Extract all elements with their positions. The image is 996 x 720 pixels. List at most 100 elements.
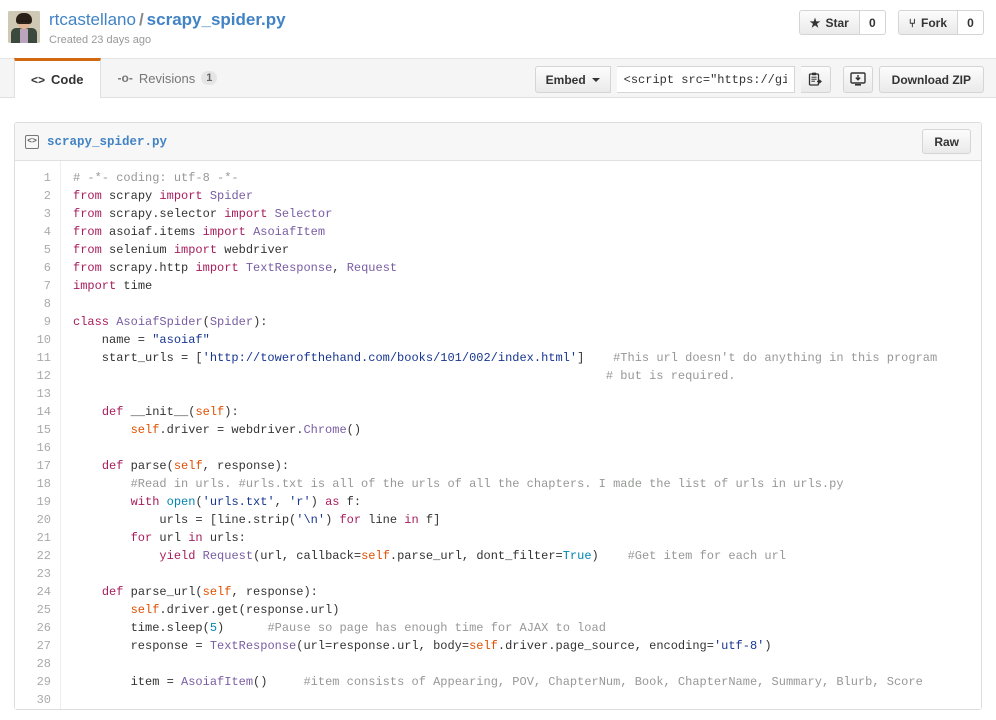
- line-number: 22: [36, 549, 51, 563]
- code-line: # but is required.: [605, 369, 736, 383]
- star-button[interactable]: ★ Star: [798, 10, 860, 35]
- code-line: self.driver = webdriver.Chrome(): [130, 423, 362, 437]
- code-line: class AsoiafSpider(Spider):: [73, 315, 268, 329]
- code-line: urls = [line.strip('\n') for line in f]: [73, 513, 441, 527]
- download-file-button[interactable]: [842, 66, 873, 93]
- code-line: time.sleep(5) #Pause so page has enough …: [73, 621, 606, 635]
- embed-toolbar: Embed Download ZIP: [534, 66, 984, 93]
- created-timestamp: Created 23 days ago: [49, 34, 152, 46]
- file-code-icon: <>: [25, 134, 39, 149]
- star-icon: ★: [809, 15, 821, 30]
- line-number: 26: [36, 621, 51, 635]
- line-number: 17: [36, 459, 51, 473]
- line-number: 14: [36, 405, 51, 419]
- line-number: 19: [36, 495, 51, 509]
- tab-bar: <> Code -o- Revisions 1 Embed <script sr…: [0, 58, 996, 98]
- line-number: 6: [43, 261, 51, 275]
- embed-label: Embed: [545, 72, 586, 87]
- fork-label: Fork: [920, 15, 947, 30]
- revision-node-icon: -o-: [117, 71, 133, 85]
- line-number: 3: [43, 207, 51, 221]
- line-number: 4: [43, 225, 51, 239]
- download-zip-button[interactable]: Download ZIP: [878, 66, 984, 93]
- line-number: 7: [43, 279, 51, 293]
- line-number: 24: [36, 585, 51, 599]
- file-header: <> scrapy_spider.py Raw: [15, 123, 981, 161]
- code-line: self.driver.get(response.url): [130, 603, 340, 617]
- line-number: 2: [43, 189, 51, 203]
- line-number: 28: [36, 657, 51, 671]
- tab-code-label: Code: [51, 72, 84, 87]
- line-number: 12: [36, 369, 51, 383]
- line-number: 30: [36, 693, 51, 707]
- line-number: 1: [43, 171, 51, 185]
- title-block: rtcastellano / scrapy_spider.py Created 23…: [49, 8, 286, 47]
- tab-code[interactable]: <> Code: [14, 58, 101, 98]
- line-number: 21: [36, 531, 51, 545]
- code-line: import time: [73, 279, 153, 293]
- star-count[interactable]: 0: [859, 10, 886, 35]
- line-number: 16: [36, 441, 51, 455]
- line-number-gutter: 1 2 3 4 5 6 7 8 9 10 11 12 13 14 15 16 17 18 19 20 21 22 23 24 2…: [15, 161, 61, 709]
- star-button-group: ★ Star 0: [798, 10, 886, 35]
- gist-header: rtcastellano / scrapy_spider.py Created 23…: [0, 0, 996, 58]
- star-label: Star: [825, 15, 849, 30]
- owner-link[interactable]: rtcastellano: [49, 10, 136, 29]
- tab-revisions[interactable]: -o- Revisions 1: [101, 58, 235, 97]
- code-line: response = TextResponse(url=response.url…: [73, 639, 772, 653]
- gist-filename-link[interactable]: scrapy_spider.py: [147, 10, 286, 29]
- code-line: def __init__(self):: [101, 405, 239, 419]
- fork-icon: ⑂: [908, 15, 916, 30]
- page-body: <> scrapy_spider.py Raw 1 2 3 4 5 6 7 8 9 10 11 12 1…: [0, 98, 996, 710]
- embed-dropdown-button[interactable]: Embed: [534, 66, 611, 93]
- code-line: from scrapy.selector import Selector: [73, 207, 333, 221]
- code-line: from scrapy import Spider: [73, 189, 254, 203]
- raw-button[interactable]: Raw: [922, 129, 971, 154]
- code-line: # -*- coding: utf-8 -*-: [73, 171, 239, 185]
- line-number: 5: [43, 243, 51, 257]
- code-line: def parse(self, response):: [101, 459, 290, 473]
- code-line: item = AsoiafItem() #item consists of Ap…: [73, 675, 923, 689]
- code-line: start_urls = ['http://towerofthehand.com…: [73, 351, 938, 365]
- code-line: from asoiaf.items import AsoiafItem: [73, 225, 326, 239]
- code-line: def parse_url(self, response):: [101, 585, 318, 599]
- avatar[interactable]: [8, 11, 40, 43]
- line-number: 29: [36, 675, 51, 689]
- line-number: 15: [36, 423, 51, 437]
- line-number: 11: [36, 351, 51, 365]
- code-content[interactable]: # -*- coding: utf-8 -*- from scrapy impor…: [61, 161, 981, 709]
- file-name-link[interactable]: scrapy_spider.py: [47, 135, 167, 149]
- embed-url-input[interactable]: [616, 66, 795, 93]
- line-number: 18: [36, 477, 51, 491]
- line-number: 8: [43, 297, 51, 311]
- code-area: 1 2 3 4 5 6 7 8 9 10 11 12 13 14 15 16 17 18 19 20 21 22 23 24 2…: [15, 161, 981, 709]
- fork-button-group: ⑂ Fork 0: [897, 10, 984, 35]
- code-line: from selenium import webdriver: [73, 243, 290, 257]
- line-number: 9: [43, 315, 51, 329]
- revisions-count-badge: 1: [201, 71, 218, 85]
- line-number: 27: [36, 639, 51, 653]
- fork-button[interactable]: ⑂ Fork: [897, 10, 958, 35]
- fork-count[interactable]: 0: [958, 10, 984, 35]
- code-line: yield Request(url, callback=self.parse_u…: [159, 549, 786, 563]
- code-line: with open('urls.txt', 'r') as f:: [130, 495, 362, 509]
- title-separator: /: [138, 10, 144, 29]
- line-number: 13: [36, 387, 51, 401]
- code-line: for url in urls:: [130, 531, 246, 545]
- code-icon: <>: [31, 72, 46, 87]
- chevron-down-icon: [591, 77, 600, 82]
- line-number: 25: [36, 603, 51, 617]
- line-number: 23: [36, 567, 51, 581]
- line-number: 10: [36, 333, 51, 347]
- page-title: rtcastellano / scrapy_spider.py: [49, 10, 286, 30]
- code-line: #Read in urls. #urls.txt is all of the u…: [130, 477, 844, 491]
- tab-revisions-label: Revisions: [138, 70, 196, 86]
- header-actions: ★ Star 0 ⑂ Fork 0: [798, 10, 984, 35]
- code-line: from scrapy.http import TextResponse, Re…: [73, 261, 398, 275]
- copy-to-clipboard-button[interactable]: [800, 66, 831, 93]
